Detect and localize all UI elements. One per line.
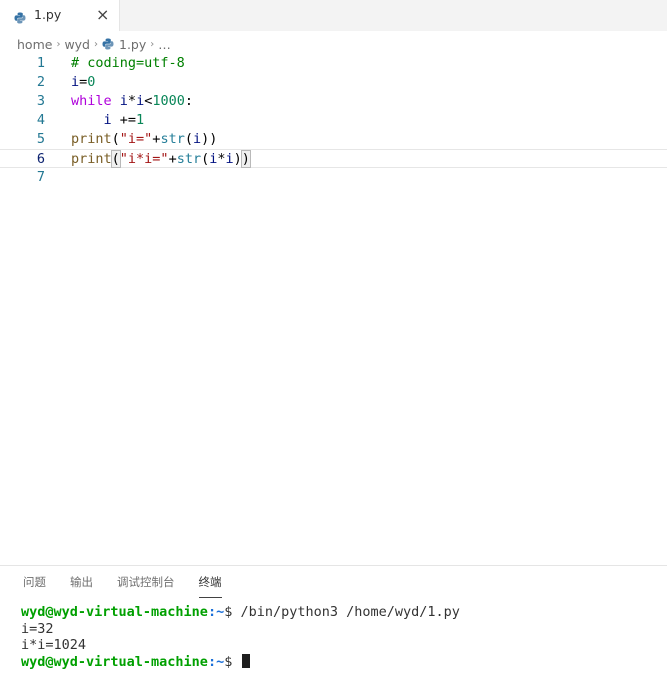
code-token: ( — [184, 131, 193, 147]
prompt-symbol: $ — [224, 604, 241, 620]
code-line[interactable]: 5 print("i="+str(i)) — [0, 130, 667, 149]
editor-tab-1py[interactable]: 1.py × — [0, 0, 120, 31]
line-number: 2 — [36, 74, 45, 90]
code-line[interactable]: 1 # coding=utf-8 — [0, 54, 667, 73]
breadcrumb-item-file[interactable]: 1.py — [119, 37, 146, 52]
code-token: i — [119, 93, 128, 109]
code-token: str — [160, 131, 185, 147]
code-token: ) — [240, 150, 251, 168]
panel-tab-problems[interactable]: 问题 — [23, 574, 46, 598]
tab-label: 1.py — [34, 7, 62, 22]
code-text: i +=1 — [71, 111, 145, 130]
code-line[interactable]: 6 print("i*i="+str(i*i)) — [0, 149, 667, 168]
line-number: 3 — [36, 93, 45, 109]
code-token: str — [176, 151, 202, 167]
panel-tab-debug-console[interactable]: 调试控制台 — [117, 574, 175, 598]
code-line[interactable]: 2 i=0 — [0, 73, 667, 92]
code-token: print — [71, 151, 112, 167]
terminal-cursor — [242, 653, 251, 668]
code-token: += — [119, 112, 137, 128]
breadcrumb-separator-icon: › — [94, 38, 98, 50]
code-token: i — [136, 93, 145, 109]
code-text: print("i="+str(i)) — [71, 130, 217, 149]
code-token: 0 — [87, 74, 96, 90]
editor-tab-bar: 1.py × — [0, 0, 667, 31]
code-token: "i=" — [119, 131, 153, 147]
code-editor[interactable]: 1 # coding=utf-8 2 i=0 3 while i*i<1000: 4 i +… — [0, 54, 667, 554]
code-token: print — [71, 131, 112, 147]
code-token: ( — [201, 151, 210, 167]
breadcrumb-separator-icon: › — [56, 38, 61, 50]
terminal[interactable]: wyd@wyd-virtual-machine:~$ /bin/python3 … — [21, 604, 460, 670]
terminal-line: wyd@wyd-virtual-machine:~$ /bin/python3 … — [21, 604, 460, 621]
prompt-path: :~ — [207, 604, 225, 620]
prompt-path: :~ — [207, 653, 225, 670]
code-token: while — [71, 93, 112, 109]
breadcrumb-item-wyd[interactable]: wyd — [64, 37, 90, 52]
code-token: + — [168, 151, 177, 167]
code-text: while i*i<1000: — [71, 92, 193, 111]
code-token: : — [184, 93, 193, 109]
code-text: i=0 — [71, 73, 95, 92]
code-token: * — [217, 151, 226, 167]
line-number: 5 — [36, 131, 45, 147]
close-icon[interactable]: × — [96, 6, 109, 24]
panel-tabs: 问题 输出 调试控制台 终端 — [23, 574, 246, 598]
python-icon — [102, 38, 114, 50]
code-line[interactable]: 4 i +=1 — [0, 111, 667, 130]
code-token: i — [71, 74, 80, 90]
breadcrumb-item-home[interactable]: home — [17, 37, 52, 52]
code-line[interactable]: 3 while i*i<1000: — [0, 92, 667, 111]
prompt-user: wyd@wyd-virtual-machine — [21, 653, 208, 670]
code-text: # coding=utf-8 — [71, 54, 185, 73]
terminal-output-line: i*i=1024 — [21, 637, 87, 653]
panel-tab-terminal[interactable]: 终端 — [198, 574, 222, 598]
line-number: 4 — [36, 112, 45, 128]
line-number: 1 — [36, 55, 45, 71]
code-token: )) — [201, 131, 218, 147]
prompt-user: wyd@wyd-virtual-machine — [21, 604, 208, 620]
code-token: 1 — [136, 112, 145, 128]
prompt-symbol: $ — [224, 653, 241, 670]
code-token: ) — [233, 151, 242, 167]
code-line[interactable]: 7 — [0, 168, 667, 187]
bottom-panel: 问题 输出 调试控制台 终端 wyd@wyd-virtual-machine:~… — [0, 565, 667, 681]
breadcrumb-item-symbols[interactable]: … — [158, 37, 171, 52]
code-token: ( — [111, 131, 120, 147]
panel-tab-output[interactable]: 输出 — [70, 574, 93, 598]
code-token: * — [127, 93, 137, 109]
terminal-line: wyd@wyd-virtual-machine:~$ — [21, 653, 460, 671]
line-number: 7 — [36, 169, 45, 185]
terminal-output-line: i=32 — [21, 620, 54, 637]
breadcrumb-separator-icon: › — [150, 38, 155, 50]
code-text: print("i*i="+str(i*i)) — [71, 150, 251, 169]
line-number: 6 — [36, 151, 45, 167]
code-token: ( — [110, 150, 121, 168]
code-token: # coding=utf-8 — [71, 55, 185, 71]
python-icon — [14, 9, 26, 28]
code-token: 1000 — [152, 93, 185, 109]
code-token: i — [71, 112, 120, 128]
code-token: i — [225, 151, 234, 167]
breadcrumb: home › wyd › 1.py › … — [17, 35, 171, 53]
code-token: i — [192, 131, 202, 147]
terminal-command: /bin/python3 /home/wyd/1.py — [240, 604, 460, 620]
code-token: "i*i=" — [119, 151, 169, 167]
